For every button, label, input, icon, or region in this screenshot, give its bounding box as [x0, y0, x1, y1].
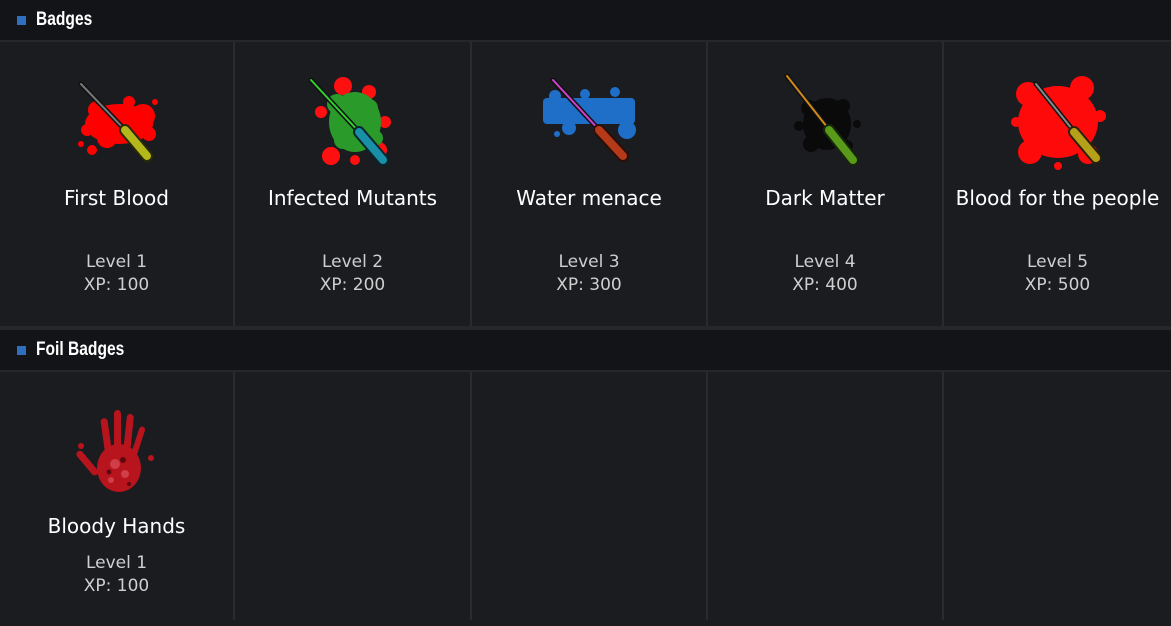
- screwdriver-black-splatter-icon: [784, 73, 861, 166]
- badge-xp: XP: 100: [83, 275, 150, 295]
- foil-badges-section-title: Foil Badges: [36, 339, 125, 360]
- badge-name: Blood for the people: [955, 186, 1160, 210]
- badge-card-first-blood[interactable]: First Blood Level 1 XP: 100: [0, 42, 235, 326]
- badge-level: Level 5: [1026, 252, 1089, 272]
- badges-section-title: Badges: [36, 9, 93, 30]
- screwdriver-red-splatter-icon: [77, 81, 158, 162]
- badge-name: Dark Matter: [765, 186, 885, 210]
- badge-level: Level 1: [85, 252, 148, 272]
- badge-xp: XP: 400: [792, 275, 858, 295]
- screwdriver-green-splatter-icon: [308, 77, 391, 166]
- bloody-handprint-icon: [75, 410, 154, 492]
- section-marker-icon: [17, 345, 26, 355]
- badge-level: Level 1: [85, 553, 148, 573]
- section-marker-icon: [17, 15, 26, 25]
- badge-xp: XP: 300: [556, 275, 622, 295]
- foil-badges-grid: Bloody Hands Level 1 XP: 100: [0, 372, 1171, 620]
- badge-level: Level 2: [321, 252, 384, 272]
- empty-badge-slot: [708, 372, 944, 620]
- badge-card-blood-for-the-people[interactable]: Blood for the people Level 5 XP: 500: [944, 42, 1171, 326]
- badge-xp: XP: 100: [83, 576, 150, 596]
- screwdriver-large-red-splatter-icon: [1010, 76, 1106, 170]
- badge-card-bloody-hands[interactable]: Bloody Hands Level 1 XP: 100: [0, 372, 235, 620]
- badge-card-infected-mutants[interactable]: Infected Mutants Level 2 XP: 200: [235, 42, 472, 326]
- screwdriver-blue-splatter-icon: [543, 77, 636, 162]
- badge-level: Level 4: [794, 252, 856, 272]
- badge-card-dark-matter[interactable]: Dark Matter Level 4 XP: 400: [708, 42, 944, 326]
- empty-badge-slot: [235, 372, 472, 620]
- badge-name: Bloody Hands: [47, 514, 186, 538]
- badge-name: Infected Mutants: [267, 186, 438, 210]
- badge-card-water-menace[interactable]: Water menace Level 3 XP: 300: [472, 42, 708, 326]
- empty-badge-slot: [944, 372, 1171, 620]
- badge-name: First Blood: [64, 186, 169, 210]
- badge-xp: XP: 500: [1024, 275, 1091, 295]
- badge-level: Level 3: [558, 252, 620, 272]
- badges-grid: First Blood Level 1 XP: 100 Infected Mut…: [0, 42, 1171, 326]
- badge-xp: XP: 200: [319, 275, 386, 295]
- foil-badges-section-header: Foil Badges: [0, 330, 1171, 372]
- badge-name: Water menace: [516, 186, 662, 210]
- badges-section-header: Badges: [0, 0, 1171, 42]
- empty-badge-slot: [472, 372, 708, 620]
